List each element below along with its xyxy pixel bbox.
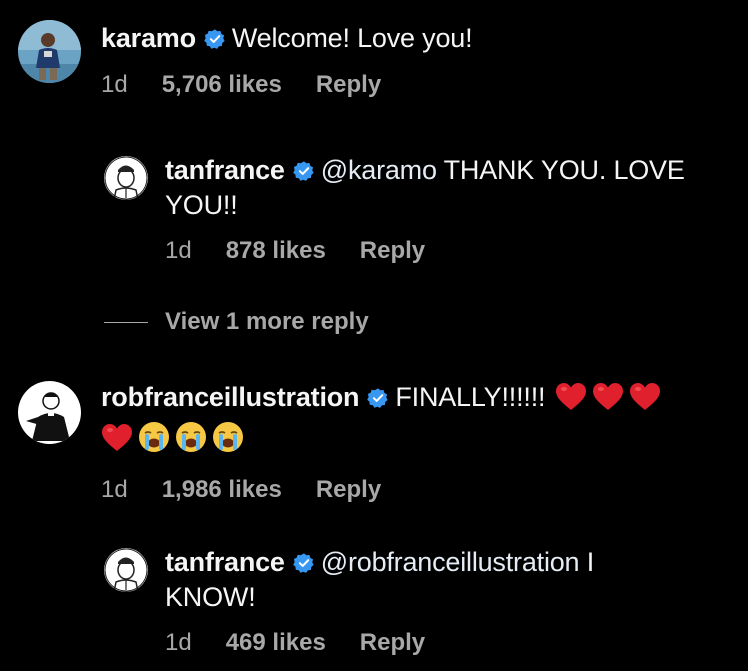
avatar-tanfrance[interactable]	[104, 548, 148, 592]
likes-count[interactable]: 1,986 likes	[162, 476, 282, 504]
comment-text: FINALLY!!!!!!	[395, 382, 546, 412]
comment-text: THANK YOU. LOVE	[436, 155, 685, 185]
comment-body: tanfrance @karamo THANK YOU. LOVE YOU!! 1…	[165, 154, 725, 265]
comment-text: Welcome! Love you!	[231, 23, 473, 53]
red-heart-icon	[555, 382, 587, 419]
avatar-robfranceillustration[interactable]	[18, 381, 81, 444]
divider-line	[104, 321, 148, 323]
likes-count[interactable]: 469 likes	[226, 629, 326, 657]
loudly-crying-face-icon	[175, 421, 207, 460]
reply-button[interactable]: Reply	[360, 629, 425, 657]
reply-button[interactable]: Reply	[360, 237, 425, 265]
comment-body: karamo Welcome! Love you! 1d 5,706 likes …	[101, 20, 473, 99]
comment-text: I	[579, 547, 595, 577]
comment-karamo: karamo Welcome! Love you! 1d 5,706 likes …	[18, 20, 473, 99]
comment-text-line: YOU!!	[165, 189, 725, 221]
timestamp: 1d	[165, 629, 192, 656]
comment-text-line: KNOW!	[165, 581, 725, 613]
loudly-crying-face-icon	[212, 421, 244, 460]
avatar-karamo[interactable]	[18, 20, 81, 83]
comment-text-line: tanfrance @karamo THANK YOU. LOVE	[165, 154, 725, 189]
comment-text-line: tanfrance @robfranceillustration I	[165, 546, 725, 581]
loudly-crying-face-icon	[138, 421, 170, 460]
username-link[interactable]: tanfrance	[165, 547, 285, 577]
comment-robfranceillustration: robfranceillustration FINALLY!!!!!! 1d 1,…	[18, 381, 666, 504]
comment-meta: 1d 5,706 likes Reply	[101, 71, 472, 99]
view-more-label: View 1 more reply	[165, 308, 369, 335]
reply-button[interactable]: Reply	[316, 71, 381, 99]
comment-meta: 1d 469 likes Reply	[165, 629, 725, 657]
mention-link[interactable]: @karamo	[321, 155, 437, 185]
view-more-replies-button[interactable]: View 1 more reply	[104, 308, 369, 336]
comment-text-line	[101, 421, 666, 460]
reply-button[interactable]: Reply	[316, 476, 381, 504]
comment-reply-tanfrance: tanfrance @robfranceillustration I KNOW! …	[104, 546, 725, 657]
comment-text-line: karamo Welcome! Love you!	[101, 22, 473, 57]
comment-reply-tanfrance: tanfrance @karamo THANK YOU. LOVE YOU!! 1…	[104, 154, 725, 265]
username-link[interactable]: robfranceillustration	[101, 382, 360, 412]
comment-text: KNOW!	[165, 582, 256, 612]
red-heart-icon	[592, 382, 624, 419]
mention-link[interactable]: @robfranceillustration	[321, 547, 580, 577]
comment-text: YOU!!	[165, 190, 238, 220]
red-heart-icon	[629, 382, 661, 419]
username-link[interactable]: karamo	[101, 23, 196, 53]
verified-badge-icon	[292, 549, 315, 581]
timestamp: 1d	[101, 71, 128, 98]
username-link[interactable]: tanfrance	[165, 155, 285, 185]
verified-badge-icon	[204, 25, 226, 57]
verified-badge-icon	[292, 157, 315, 189]
verified-badge-icon	[367, 384, 389, 416]
comment-meta: 1d 1,986 likes Reply	[101, 476, 666, 504]
likes-count[interactable]: 878 likes	[226, 237, 326, 265]
comment-text-line: robfranceillustration FINALLY!!!!!!	[101, 381, 666, 419]
comment-meta: 1d 878 likes Reply	[165, 237, 725, 265]
likes-count[interactable]: 5,706 likes	[162, 71, 282, 99]
timestamp: 1d	[165, 237, 192, 264]
red-heart-icon	[101, 423, 133, 460]
comment-body: robfranceillustration FINALLY!!!!!! 1d 1,…	[101, 381, 666, 504]
timestamp: 1d	[101, 476, 128, 503]
avatar-tanfrance[interactable]	[104, 156, 148, 200]
comment-body: tanfrance @robfranceillustration I KNOW! …	[165, 546, 725, 657]
